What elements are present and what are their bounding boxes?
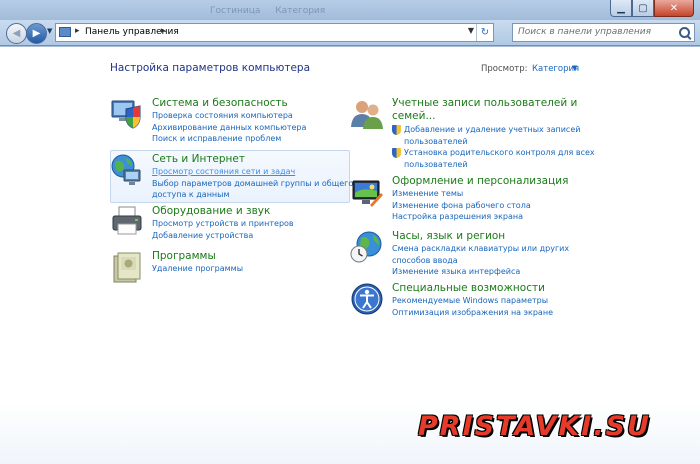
link-optimize-display[interactable]: Оптимизация изображения на экране	[392, 307, 553, 319]
address-dropdown-icon[interactable]: ▼	[468, 26, 474, 35]
link-troubleshoot[interactable]: Поиск и исправление проблем	[152, 133, 306, 145]
link-change-language[interactable]: Изменение языка интерфейса	[392, 266, 569, 278]
category-title[interactable]: Оборудование и звук	[152, 205, 270, 217]
category-title[interactable]: Система и безопасность	[152, 97, 288, 109]
search-placeholder: Поиск в панели управления	[518, 27, 651, 37]
category-title-line1[interactable]: Учетные записи пользователей и	[392, 97, 577, 109]
category-links: Рекомендуемые Windows параметры Оптимиза…	[392, 295, 553, 318]
category-links: Смена раскладки клавиатуры или других сп…	[392, 243, 569, 278]
personalization-icon	[352, 180, 383, 207]
category-links: Проверка состояния компьютера Архивирова…	[152, 110, 306, 145]
chevron-right-icon[interactable]: ▸	[75, 26, 80, 36]
close-icon: ✕	[669, 2, 679, 14]
printer-icon	[112, 206, 142, 235]
link-add-remove-accounts[interactable]: Добавление и удаление учетных записей	[392, 124, 595, 136]
link-text: Добавление и удаление учетных записей	[404, 125, 581, 134]
users-icon	[351, 101, 383, 129]
link-backup[interactable]: Архивирование данных компьютера	[152, 122, 306, 134]
close-button[interactable]: ✕	[654, 0, 694, 17]
address-field[interactable]: ▸ Панель управления ▸ ▼ ↻	[55, 23, 494, 42]
category-title-line2[interactable]: семей...	[392, 110, 435, 122]
forward-button[interactable]: ▶	[26, 23, 47, 44]
programs-icon	[113, 252, 141, 283]
link-uninstall-program[interactable]: Удаление программы	[152, 263, 243, 275]
link-homegroup-cont[interactable]: доступа к данным	[152, 189, 353, 201]
minimize-icon: ▁	[617, 2, 625, 14]
category-links: Просмотр состояния сети и задач Выбор па…	[152, 166, 353, 201]
category-links: Удаление программы	[152, 263, 243, 275]
category-title[interactable]: Оформление и персонализация	[392, 175, 568, 187]
link-keyboard-layout-cont[interactable]: способов ввода	[392, 255, 569, 267]
link-add-remove-accounts-cont[interactable]: пользователей	[392, 136, 595, 148]
uac-shield-icon	[392, 125, 401, 135]
view-label: Просмотр:	[481, 64, 528, 74]
link-parental-controls-cont[interactable]: пользователей	[392, 159, 595, 171]
link-text: Установка родительского контроля для все…	[404, 148, 595, 157]
ghost-tab-2: Категория	[275, 6, 326, 16]
search-icon[interactable]	[679, 27, 690, 38]
window-titlebar: Гостиница Категория ▁ ▢ ✕	[0, 0, 700, 22]
minimize-button[interactable]: ▁	[610, 0, 632, 17]
link-recommended-settings[interactable]: Рекомендуемые Windows параметры	[392, 295, 553, 307]
maximize-button[interactable]: ▢	[632, 0, 654, 17]
link-network-status[interactable]: Просмотр состояния сети и задач	[152, 166, 353, 178]
link-homegroup[interactable]: Выбор параметров домашней группы и общег…	[152, 178, 353, 190]
window-controls: ▁ ▢ ✕	[610, 0, 694, 17]
shield-monitor-icon	[111, 100, 141, 129]
category-links: Просмотр устройств и принтеров Добавлени…	[152, 218, 294, 241]
accessibility-icon	[351, 283, 383, 315]
history-dropdown-icon[interactable]: ▼	[47, 27, 52, 35]
address-bar: ◀ ▶ ▼ ▸ Панель управления ▸ ▼ ↻ Поиск в …	[0, 20, 700, 45]
ghost-tab-1: Гостиница	[210, 6, 261, 16]
uac-shield-icon	[392, 148, 401, 158]
category-title[interactable]: Часы, язык и регион	[392, 230, 505, 242]
link-devices-printers[interactable]: Просмотр устройств и принтеров	[152, 218, 294, 230]
chevron-down-icon[interactable]: ▼	[572, 64, 577, 72]
category-title[interactable]: Программы	[152, 250, 216, 262]
watermark-logo: PRISTAVKI.SU	[418, 411, 651, 442]
refresh-icon: ↻	[480, 27, 490, 38]
main-content: Настройка параметров компьютера Просмотр…	[0, 46, 700, 464]
refresh-button[interactable]: ↻	[476, 24, 493, 41]
link-change-background[interactable]: Изменение фона рабочего стола	[392, 200, 531, 212]
clock-globe-icon	[350, 231, 382, 263]
category-links: Добавление и удаление учетных записей по…	[392, 124, 595, 170]
back-arrow-icon: ◀	[12, 28, 21, 39]
link-keyboard-layout[interactable]: Смена раскладки клавиатуры или других	[392, 243, 569, 255]
category-links: Изменение темы Изменение фона рабочего с…	[392, 188, 531, 223]
page-title: Настройка параметров компьютера	[110, 62, 311, 74]
network-globe-icon	[111, 154, 141, 185]
link-add-device[interactable]: Добавление устройства	[152, 230, 294, 242]
search-input[interactable]: Поиск в панели управления	[512, 23, 695, 42]
link-check-status[interactable]: Проверка состояния компьютера	[152, 110, 306, 122]
background-window-title: Гостиница Категория	[210, 6, 337, 16]
link-parental-controls[interactable]: Установка родительского контроля для все…	[392, 147, 595, 159]
category-title[interactable]: Специальные возможности	[392, 282, 545, 294]
link-screen-resolution[interactable]: Настройка разрешения экрана	[392, 211, 531, 223]
chevron-right-icon[interactable]: ▸	[161, 26, 166, 36]
control-panel-icon	[59, 27, 71, 37]
maximize-icon: ▢	[638, 2, 648, 14]
category-title[interactable]: Сеть и Интернет	[152, 153, 245, 165]
back-button[interactable]: ◀	[6, 23, 27, 44]
link-change-theme[interactable]: Изменение темы	[392, 188, 531, 200]
forward-arrow-icon: ▶	[32, 28, 41, 39]
